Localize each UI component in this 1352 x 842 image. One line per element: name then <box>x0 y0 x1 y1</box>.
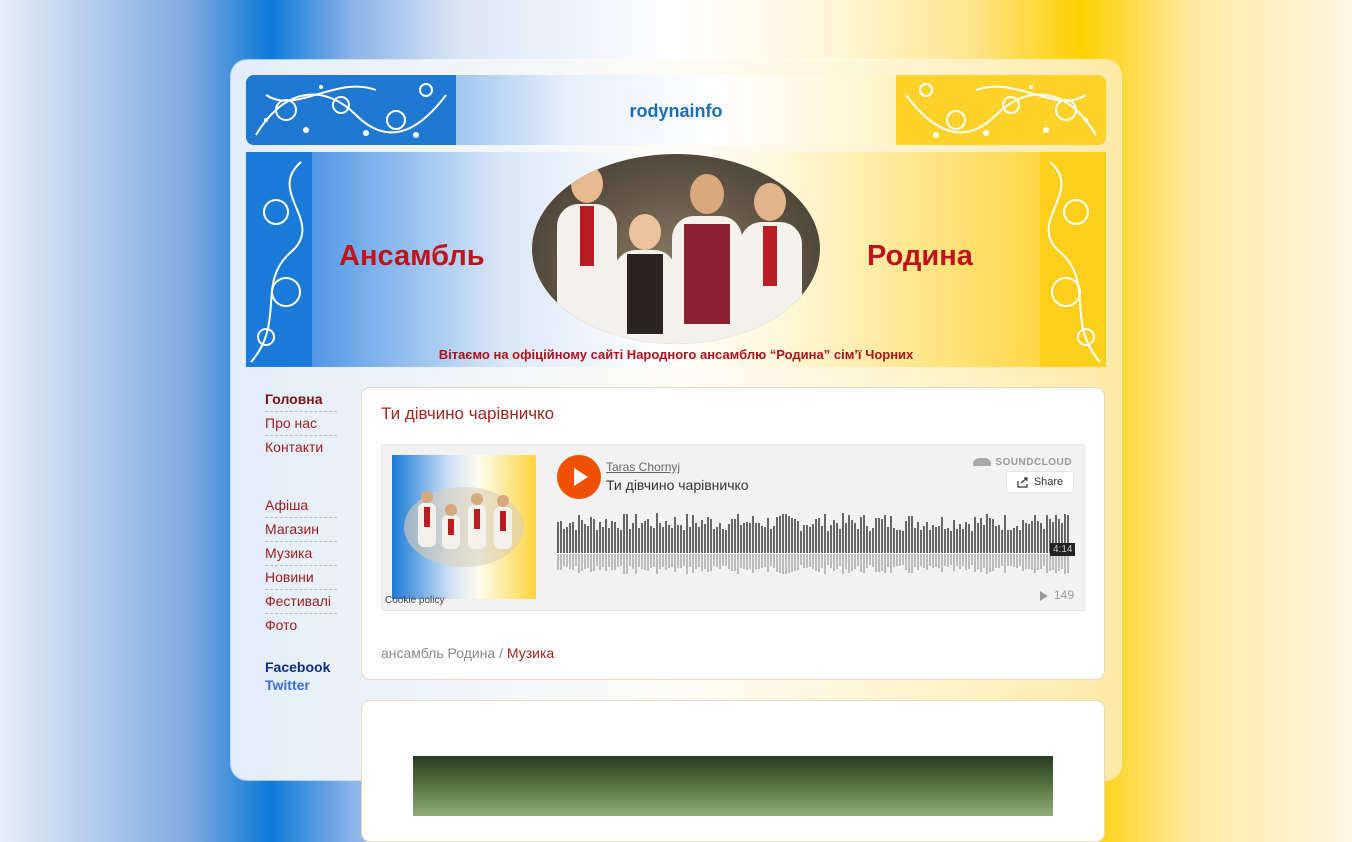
welcome-text: Вітаємо на офіційному сайті Народного ан… <box>438 347 914 362</box>
share-button[interactable]: Share <box>1006 471 1074 493</box>
nav-item-festivals[interactable]: Фестивалі <box>265 590 337 614</box>
play-button[interactable] <box>557 455 601 499</box>
person-figure <box>557 165 617 344</box>
play-count: 149 <box>1039 588 1074 602</box>
nav-item-photo[interactable]: Фото <box>265 614 337 637</box>
page-container: rodynainfo Ансамбль Родина Вітаємо на оф… <box>231 60 1121 842</box>
share-icon <box>1017 476 1028 488</box>
track-title[interactable]: Ти дівчино чарівничко <box>606 477 749 493</box>
post-card: Ти дівчино чарівничко Cookie policy Tara… <box>361 387 1105 680</box>
breadcrumb-root[interactable]: ансамбль Родина <box>381 645 495 661</box>
breadcrumb-separator: / <box>495 645 507 661</box>
track-artwork[interactable] <box>392 455 536 599</box>
folk-ornament-hero-left <box>246 152 312 367</box>
main-nav: Головна Про нас Контакти Афіша Магазин М… <box>265 388 337 637</box>
nav-item-music[interactable]: Музика <box>265 542 337 566</box>
play-count-icon <box>1039 590 1048 601</box>
facebook-link[interactable]: Facebook <box>265 658 330 676</box>
nav-item-contacts[interactable]: Контакти <box>265 436 337 459</box>
nav-item-poster[interactable]: Афіша <box>265 494 337 518</box>
waveform[interactable] <box>557 509 1071 577</box>
top-banner: rodynainfo <box>246 75 1106 145</box>
breadcrumb: ансамбль Родина / Музика <box>381 645 554 661</box>
site-title[interactable]: rodynainfo <box>246 101 1106 122</box>
cookie-policy-link[interactable]: Cookie policy <box>385 595 444 606</box>
nav-group-secondary: Афіша Магазин Музика Новини Фестивалі Фо… <box>265 494 337 637</box>
post-image[interactable] <box>413 756 1053 816</box>
folk-ornament-hero-right <box>1040 152 1106 367</box>
post-title[interactable]: Ти дівчино чарівничко <box>381 404 554 424</box>
nav-item-shop[interactable]: Магазин <box>265 518 337 542</box>
breadcrumb-current[interactable]: Музика <box>507 645 554 661</box>
cloud-icon <box>973 458 992 467</box>
nav-item-home[interactable]: Головна <box>265 388 337 412</box>
ensemble-photo <box>532 154 820 344</box>
track-artist[interactable]: Taras Chornyj <box>606 460 680 474</box>
track-duration: 4:14 <box>1050 543 1076 556</box>
hero-word-right: Родина <box>867 240 973 272</box>
nav-item-about[interactable]: Про нас <box>265 412 337 436</box>
nav-item-news[interactable]: Новини <box>265 566 337 590</box>
soundcloud-logo[interactable]: SOUNDCLOUD <box>973 457 1072 468</box>
second-post-card <box>361 700 1105 842</box>
soundcloud-player: Cookie policy Taras Chornyj Ти дівчино ч… <box>381 444 1085 611</box>
hero-banner: Ансамбль Родина Вітаємо на офіційному са… <box>246 152 1106 367</box>
twitter-link[interactable]: Twitter <box>265 676 330 694</box>
hero-word-left: Ансамбль <box>339 240 485 272</box>
social-links: Facebook Twitter <box>265 658 330 694</box>
play-icon <box>574 468 588 486</box>
